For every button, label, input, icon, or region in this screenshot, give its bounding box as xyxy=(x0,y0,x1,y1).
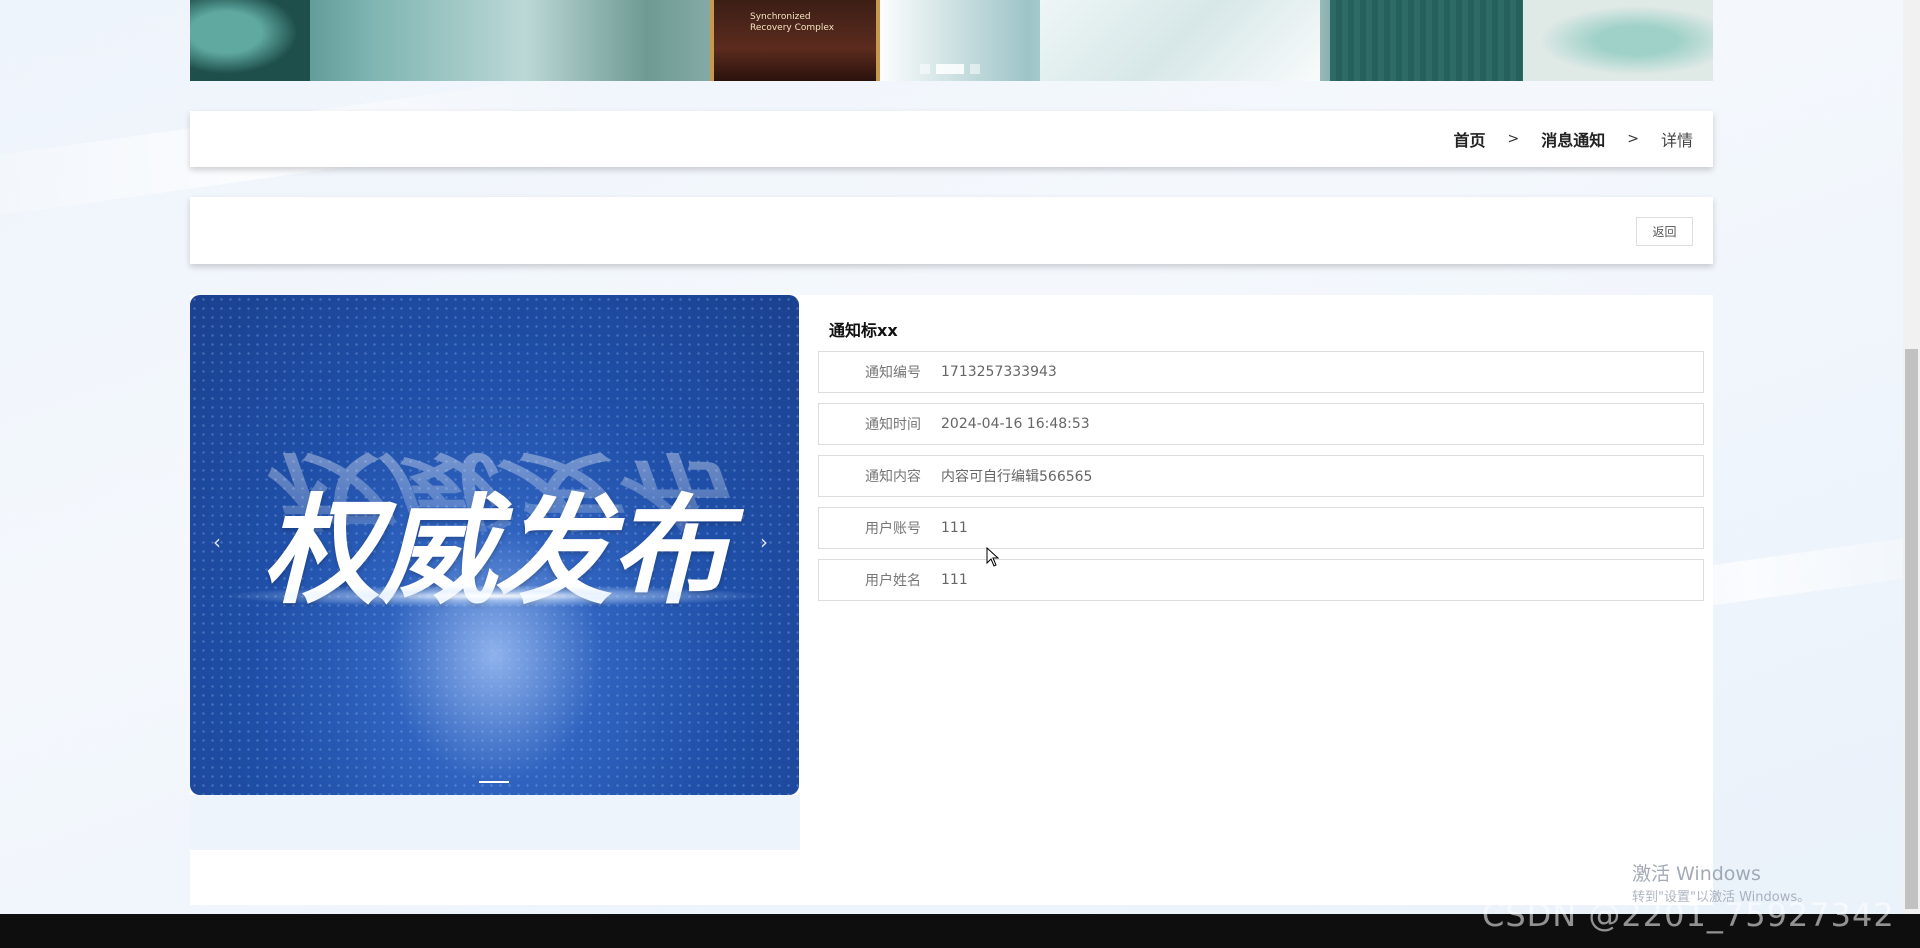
carousel-next-icon[interactable]: › xyxy=(749,527,779,557)
field-value: 111 xyxy=(941,520,968,536)
banner-slide-indicators xyxy=(920,64,980,74)
carousel-prev-icon[interactable]: ‹ xyxy=(202,527,232,557)
notice-info: 通知标xx 通知编号 1713257333943 通知时间 2024-04-16… xyxy=(818,295,1704,611)
carousel-indicator[interactable] xyxy=(479,781,509,783)
light-flare xyxy=(220,585,769,607)
breadcrumb-separator: > xyxy=(1627,131,1639,147)
field-value: 111 xyxy=(941,572,968,588)
banner-dot[interactable] xyxy=(920,64,930,74)
csdn-watermark: CSDN @2201_75927342 xyxy=(1482,896,1895,934)
banner-bottle-label: Synchronized Recovery Complex xyxy=(750,12,835,33)
breadcrumb-home-link[interactable]: 首页 xyxy=(1453,127,1485,151)
banner-leaf-decoration xyxy=(1523,0,1713,81)
breadcrumb-current: 详情 xyxy=(1660,131,1693,150)
field-label: 用户账号 xyxy=(865,521,921,537)
detail-panel-gap xyxy=(190,795,800,850)
scrollbar-thumb[interactable] xyxy=(1905,349,1918,909)
breadcrumb: 首页 > 消息通知 > 详情 xyxy=(1453,111,1693,167)
back-button[interactable]: 返回 xyxy=(1636,217,1693,246)
field-value: 2024-04-16 16:48:53 xyxy=(941,416,1090,432)
windows-activation-title: 激活 Windows xyxy=(1632,863,1761,885)
breadcrumb-section-link[interactable]: 消息通知 xyxy=(1541,127,1605,151)
field-label: 用户姓名 xyxy=(865,573,921,589)
breadcrumb-separator: > xyxy=(1507,131,1520,147)
notice-image-carousel[interactable]: 权威发布 权威发布 ‹ › xyxy=(190,295,799,795)
banner-dot[interactable] xyxy=(970,64,980,74)
notice-title: 通知标xx xyxy=(829,321,898,340)
field-row-notice-content: 通知内容 内容可自行编辑566565 xyxy=(818,455,1704,497)
mouse-cursor-icon xyxy=(986,547,1000,567)
page-scrollbar[interactable] xyxy=(1903,0,1920,914)
banner-leaf-decoration xyxy=(190,0,310,81)
field-row-user-account: 用户账号 111 xyxy=(818,507,1704,549)
breadcrumb-bar: 首页 > 消息通知 > 详情 xyxy=(190,111,1713,167)
field-row-notice-number: 通知编号 1713257333943 xyxy=(818,351,1704,393)
field-label: 通知时间 xyxy=(865,417,921,433)
field-label: 通知内容 xyxy=(865,469,921,485)
field-value: 1713257333943 xyxy=(941,364,1057,380)
field-value: 内容可自行编辑566565 xyxy=(941,469,1093,485)
field-label: 通知编号 xyxy=(865,365,921,381)
banner-marble-tray xyxy=(1040,0,1320,81)
field-row-notice-time: 通知时间 2024-04-16 16:48:53 xyxy=(818,403,1704,445)
banner-dot-active[interactable] xyxy=(936,64,964,74)
field-row-user-name: 用户姓名 111 xyxy=(818,559,1704,601)
top-banner: Synchronized Recovery Complex xyxy=(190,0,1713,81)
carousel-headline-reflection: 权威发布 xyxy=(262,441,727,539)
notice-fields: 通知编号 1713257333943 通知时间 2024-04-16 16:48… xyxy=(818,351,1704,601)
action-bar: 返回 xyxy=(190,197,1713,264)
